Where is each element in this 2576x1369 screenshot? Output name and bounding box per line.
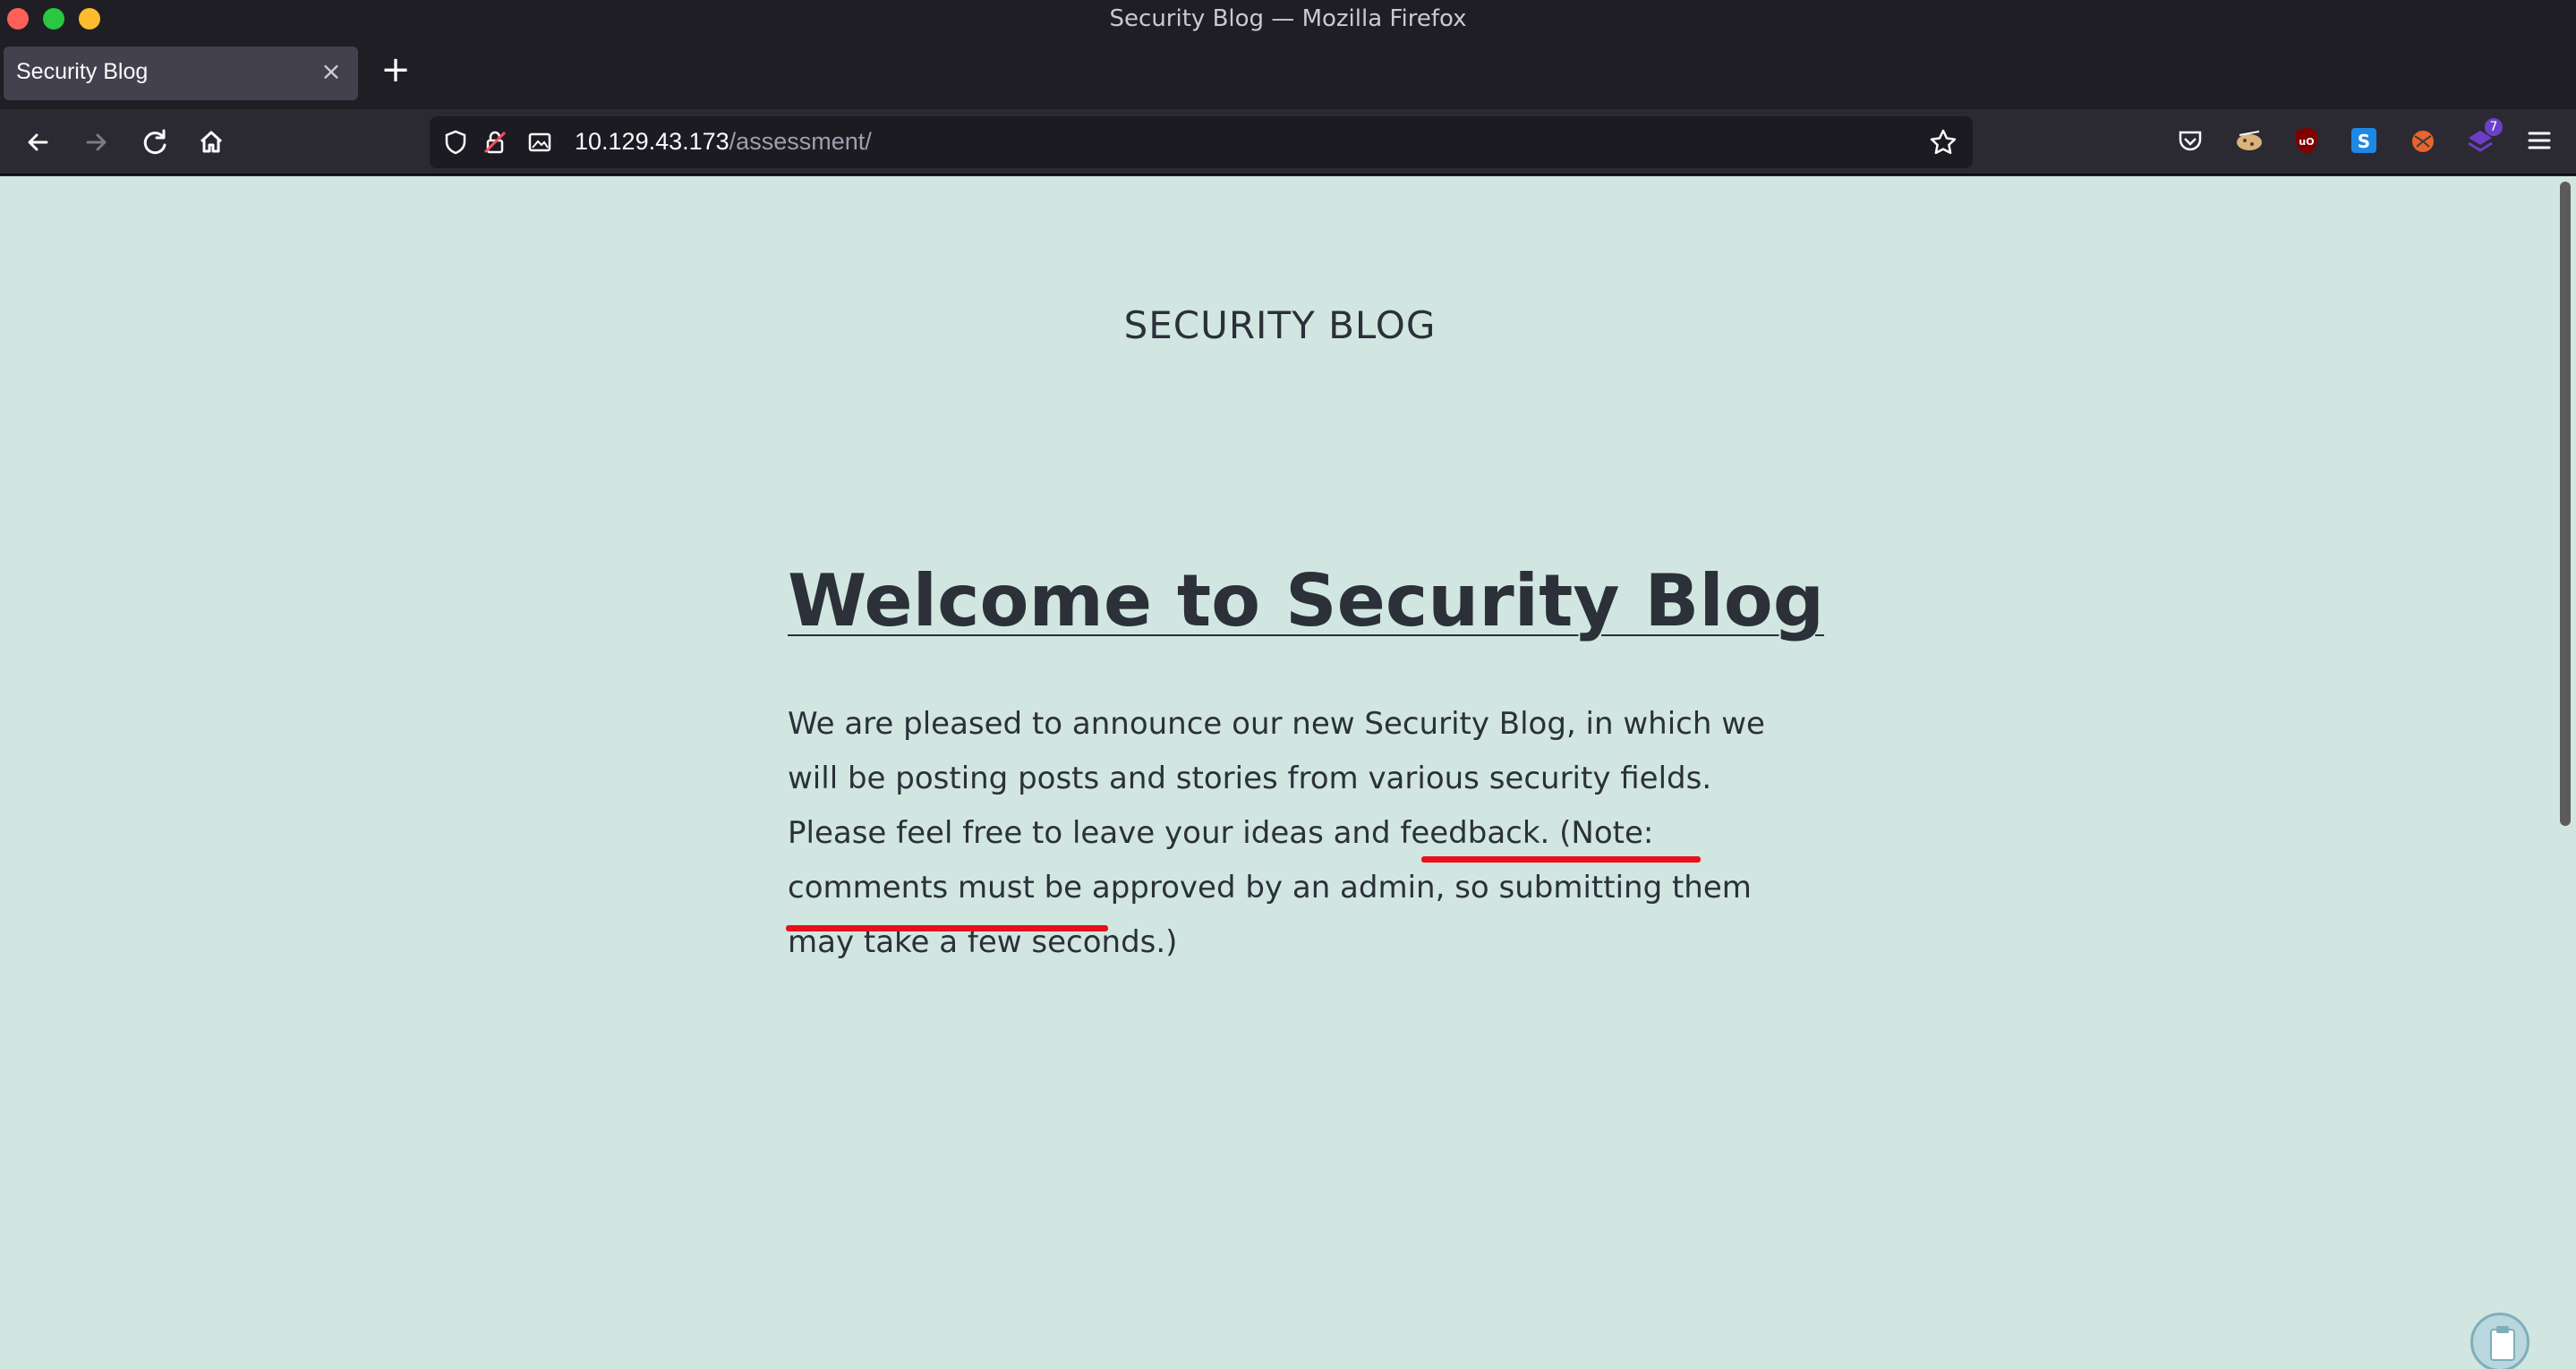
insecure-lock-icon[interactable] — [480, 127, 510, 157]
tab-security-blog[interactable]: Security Blog × — [4, 47, 358, 100]
clipboard-icon[interactable] — [2470, 1313, 2529, 1369]
page-permissions-icon[interactable] — [525, 127, 555, 157]
url-path: /assessment/ — [729, 128, 872, 155]
svg-text:S: S — [2358, 131, 2370, 152]
url-text[interactable]: 10.129.43.173/assessment/ — [575, 128, 872, 156]
svg-text:uO: uO — [2299, 136, 2314, 148]
tab-title: Security Blog — [16, 59, 149, 84]
site-header[interactable]: SECURITY BLOG — [0, 303, 2560, 347]
back-icon[interactable] — [18, 122, 59, 163]
post-title[interactable]: Welcome to Security Blog — [788, 559, 1824, 642]
page-viewport: SECURITY BLOG Welcome to Security Blog W… — [0, 176, 2576, 1369]
reload-icon[interactable] — [134, 122, 175, 163]
cookie-editor-icon[interactable] — [2232, 123, 2266, 157]
close-tab-icon[interactable]: × — [315, 55, 347, 88]
extension-badge: 7 — [2485, 118, 2503, 136]
tracking-protection-shield-icon[interactable] — [440, 127, 471, 157]
annotation-underline — [1421, 856, 1701, 863]
annotation-underline — [786, 925, 1108, 931]
url-bar[interactable]: 10.129.43.173/assessment/ — [430, 116, 1973, 168]
ublock-origin-icon[interactable]: uO — [2290, 123, 2324, 157]
s-extension-icon[interactable]: S — [2347, 123, 2381, 157]
home-icon[interactable] — [191, 122, 232, 163]
pocket-icon[interactable] — [2173, 123, 2207, 157]
window-titlebar: Security Blog — Mozilla Firefox — [0, 0, 2576, 39]
wappalyzer-icon[interactable]: 7 — [2463, 118, 2503, 157]
bookmark-star-icon[interactable] — [1926, 125, 1960, 159]
window-title: Security Blog — Mozilla Firefox — [1109, 5, 1467, 32]
forward-icon[interactable] — [75, 122, 116, 163]
hamburger-menu-icon[interactable] — [2522, 123, 2556, 157]
foxyproxy-icon[interactable] — [2406, 123, 2440, 157]
tab-strip: Security Blog × + — [0, 39, 2576, 109]
url-host: 10.129.43.173 — [575, 128, 729, 155]
scrollbar-thumb[interactable] — [2560, 182, 2571, 826]
new-tab-button[interactable]: + — [376, 50, 415, 89]
